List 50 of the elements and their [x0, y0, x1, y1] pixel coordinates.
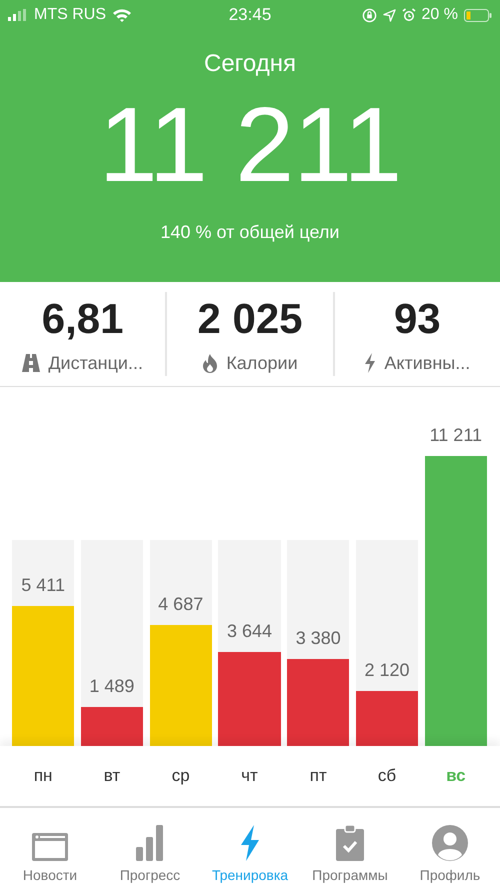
day-label[interactable]: чт	[218, 766, 281, 786]
tab[interactable]: Профиль	[400, 808, 500, 887]
bar-value: 5 411	[21, 575, 65, 596]
day-bar[interactable]	[356, 691, 418, 746]
stat-label: Калории	[226, 352, 298, 374]
bar-value: 1 489	[89, 676, 134, 697]
day-label[interactable]: ср	[150, 766, 212, 786]
day-label[interactable]: сб	[356, 766, 418, 786]
day-bar[interactable]	[218, 652, 281, 746]
bar-value: 4 687	[158, 594, 204, 615]
day-bar[interactable]	[80, 707, 144, 746]
battery-percent: 20 %	[422, 6, 458, 24]
stat-value: 93	[394, 294, 441, 342]
clock-time: 23:45	[228, 5, 272, 25]
flame-icon	[202, 354, 218, 372]
bar-value: 11 211	[430, 425, 482, 446]
tab[interactable]: Новости	[0, 808, 100, 887]
browser-window-icon	[32, 831, 68, 861]
day-bar[interactable]	[287, 659, 350, 746]
stat-label: Активны...	[384, 352, 470, 374]
step-count: 11 211	[98, 92, 402, 198]
bar-value: 3 644	[226, 621, 272, 642]
battery-icon	[464, 8, 492, 22]
stat-value: 2 025	[197, 294, 303, 342]
alarm-clock-icon	[402, 8, 416, 22]
stat-value: 6,81	[42, 294, 124, 342]
carrier-name: MTS RUS	[34, 6, 106, 24]
avatar-icon	[432, 825, 468, 861]
today-title: Сегодня	[204, 50, 296, 78]
bar-value: 2 120	[364, 660, 410, 681]
day-label[interactable]: вт	[80, 766, 144, 786]
stat-label: Дистанци...	[48, 352, 143, 374]
tab[interactable]: Программы	[300, 808, 400, 887]
goal-percentage: 140 % от общей цели	[160, 222, 340, 243]
day-bar[interactable]	[150, 625, 212, 746]
rotation-lock-icon	[362, 8, 377, 22]
day-label[interactable]: пт	[287, 766, 350, 786]
signal-icon	[8, 9, 28, 21]
road-icon	[22, 354, 40, 372]
location-arrow-icon	[382, 8, 396, 22]
day-bar[interactable]	[12, 606, 74, 746]
day-label[interactable]: пн	[12, 766, 74, 786]
day-bar[interactable]	[424, 456, 487, 746]
bar-value: 3 380	[296, 628, 341, 649]
bar-chart-icon	[136, 825, 164, 861]
tab[interactable]: Прогресс	[100, 808, 200, 887]
lightning-icon	[364, 353, 376, 373]
lightning-icon	[240, 825, 260, 861]
clipboard-check-icon	[336, 825, 364, 861]
wifi-icon	[112, 8, 132, 22]
